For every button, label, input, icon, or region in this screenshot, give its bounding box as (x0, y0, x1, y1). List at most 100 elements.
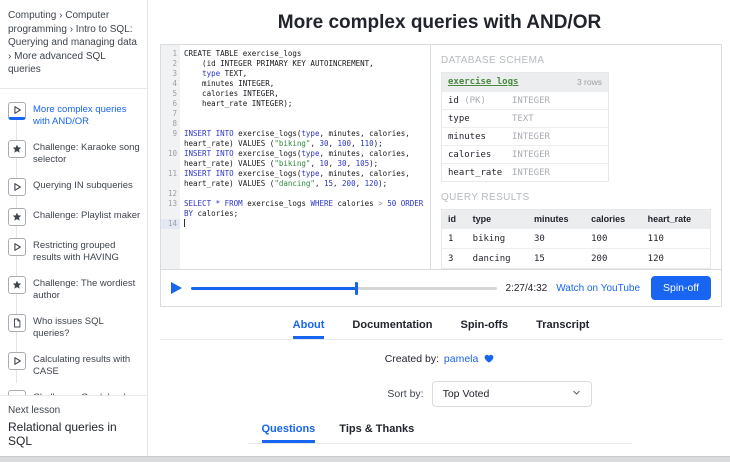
sql-editor[interactable]: 1CREATE TABLE exercise_logs2 (id INTEGER… (161, 45, 431, 269)
code-line: heart_rate) VALUES ("biking", 30, 100, 1… (161, 139, 430, 149)
code-line: 7 (161, 109, 430, 119)
code-line: heart_rate) VALUES ("biking", 10, 30, 10… (161, 159, 430, 169)
sidebar-item-label: Who issues SQL queries? (33, 314, 141, 340)
table-row: 1biking30100110 (442, 229, 711, 249)
tab-documentation[interactable]: Documentation (352, 319, 432, 339)
sidebar-item-2[interactable]: Querying IN subqueries (8, 178, 141, 196)
sort-value: Top Voted (443, 388, 490, 400)
sidebar-item-1[interactable]: Challenge: Karaoke song selector (8, 140, 141, 166)
code-line: 9INSERT INTO exercise_logs(type, minutes… (161, 129, 430, 139)
sidebar-item-label: Calculating results with CASE (33, 352, 141, 378)
star-icon (8, 390, 26, 396)
progress-handle[interactable] (355, 282, 358, 295)
line-number (161, 209, 180, 219)
next-lesson-label: Next lesson (8, 405, 137, 416)
schema-table-link[interactable]: exercise_logs (448, 77, 518, 87)
created-by-label: Created by: (385, 353, 439, 365)
spin-off-button[interactable]: Spin-off (651, 276, 711, 300)
code-line: 10INSERT INTO exercise_logs(type, minute… (161, 149, 430, 159)
code-line: 3 type TEXT, (161, 69, 430, 79)
line-number (161, 159, 180, 169)
query-results-heading: QUERY RESULTS (441, 192, 711, 203)
heart-icon (484, 354, 494, 366)
play-button[interactable] (171, 282, 182, 294)
line-number: 3 (161, 69, 180, 79)
sort-select[interactable]: Top Voted (432, 381, 592, 407)
sidebar-item-3[interactable]: Challenge: Playlist maker (8, 208, 141, 226)
created-by: Created by: pamela (149, 353, 730, 366)
tab-transcript[interactable]: Transcript (536, 319, 589, 339)
output-panel: DATABASE SCHEMA exercise_logs 3 rows id … (431, 45, 721, 269)
code-line: 13SELECT * FROM exercise_logs WHERE calo… (161, 199, 430, 209)
sidebar-item-label: Restricting grouped results with HAVING (33, 238, 141, 264)
schema-column-row: caloriesINTEGER (442, 145, 608, 163)
sidebar-item-label: More complex queries with AND/OR (33, 102, 141, 128)
line-number: 1 (161, 49, 180, 59)
code-line: 12 (161, 189, 430, 199)
tab-tips-thanks[interactable]: Tips & Thanks (339, 423, 414, 443)
results-header-id: id (442, 210, 467, 229)
table-row: 3dancing15200120 (442, 249, 711, 269)
code-line: 14 (161, 219, 430, 229)
line-number: 10 (161, 149, 180, 159)
schema-table-header: exercise_logs 3 rows (442, 73, 608, 91)
code-line: 11INSERT INTO exercise_logs(type, minute… (161, 169, 430, 179)
watch-on-youtube-link[interactable]: Watch on YouTube (556, 283, 640, 294)
sort-by-label: Sort by: (387, 388, 423, 400)
star-icon (8, 140, 26, 158)
sidebar-item-0[interactable]: More complex queries with AND/OR (8, 102, 141, 128)
play-icon (8, 352, 26, 370)
line-number (161, 179, 180, 189)
sidebar-item-4[interactable]: Restricting grouped results with HAVING (8, 238, 141, 264)
video-progress-bar[interactable] (191, 287, 497, 290)
code-line: 2 (id INTEGER PRIMARY KEY AUTOINCREMENT, (161, 59, 430, 69)
tab-questions[interactable]: Questions (262, 423, 316, 443)
qa-tabs: Questions Tips & Thanks (248, 423, 632, 444)
play-icon (8, 178, 26, 196)
line-number: 4 (161, 79, 180, 89)
sidebar-item-7[interactable]: Calculating results with CASE (8, 352, 141, 378)
sort-row: Sort by: Top Voted (199, 381, 730, 407)
line-number: 9 (161, 129, 180, 139)
sidebar-item-5[interactable]: Challenge: The wordiest author (8, 276, 141, 302)
database-schema-heading: DATABASE SCHEMA (441, 55, 711, 66)
line-number: 2 (161, 59, 180, 69)
code-line: 8 (161, 119, 430, 129)
line-number: 8 (161, 119, 180, 129)
content-tabs: About Documentation Spin-offs Transcript (160, 319, 722, 340)
tab-about[interactable]: About (293, 319, 325, 339)
progress-fill (191, 287, 356, 290)
sidebar-item-6[interactable]: Who issues SQL queries? (8, 314, 141, 340)
line-number: 5 (161, 89, 180, 99)
star-icon (8, 276, 26, 294)
author-link[interactable]: pamela (444, 353, 478, 365)
code-line: BY calories; (161, 209, 430, 219)
code-line: 1CREATE TABLE exercise_logs (161, 49, 430, 59)
code-line: heart_rate) VALUES ("dancing", 15, 200, … (161, 179, 430, 189)
line-number: 11 (161, 169, 180, 179)
video-time: 2:27/4:32 (506, 283, 548, 294)
star-icon (8, 208, 26, 226)
sidebar-item-label: Challenge: The wordiest author (33, 276, 141, 302)
chevron-down-icon (572, 388, 581, 400)
code-line: 5 calories INTEGER, (161, 89, 430, 99)
lesson-nav: More complex queries with AND/OR Challeng… (0, 89, 147, 396)
editor-output-row: 1CREATE TABLE exercise_logs2 (id INTEGER… (161, 45, 721, 269)
next-lesson-link[interactable]: Relational queries in SQL (8, 420, 137, 448)
line-number (161, 139, 180, 149)
lesson-sidebar: Computing › Computer programming › Intro… (0, 0, 148, 456)
code-line: 6 heart_rate INTEGER); (161, 99, 430, 109)
line-number: 6 (161, 99, 180, 109)
sidebar-item-label: Querying IN subqueries (33, 178, 133, 192)
line-number: 13 (161, 199, 180, 209)
tab-spin-offs[interactable]: Spin-offs (460, 319, 508, 339)
schema-column-row: id (PK)INTEGER (442, 91, 608, 109)
results-header-minutes: minutes (528, 210, 585, 229)
sidebar-item-label: Challenge: Gradebook (33, 390, 128, 396)
breadcrumb[interactable]: Computing › Computer programming › Intro… (0, 0, 147, 89)
sidebar-item-8[interactable]: Challenge: Gradebook (8, 390, 141, 396)
play-icon (8, 238, 26, 256)
code-talkthrough-panel: 1CREATE TABLE exercise_logs2 (id INTEGER… (160, 44, 722, 307)
line-number: 14 (161, 219, 180, 229)
document-icon (8, 314, 26, 332)
